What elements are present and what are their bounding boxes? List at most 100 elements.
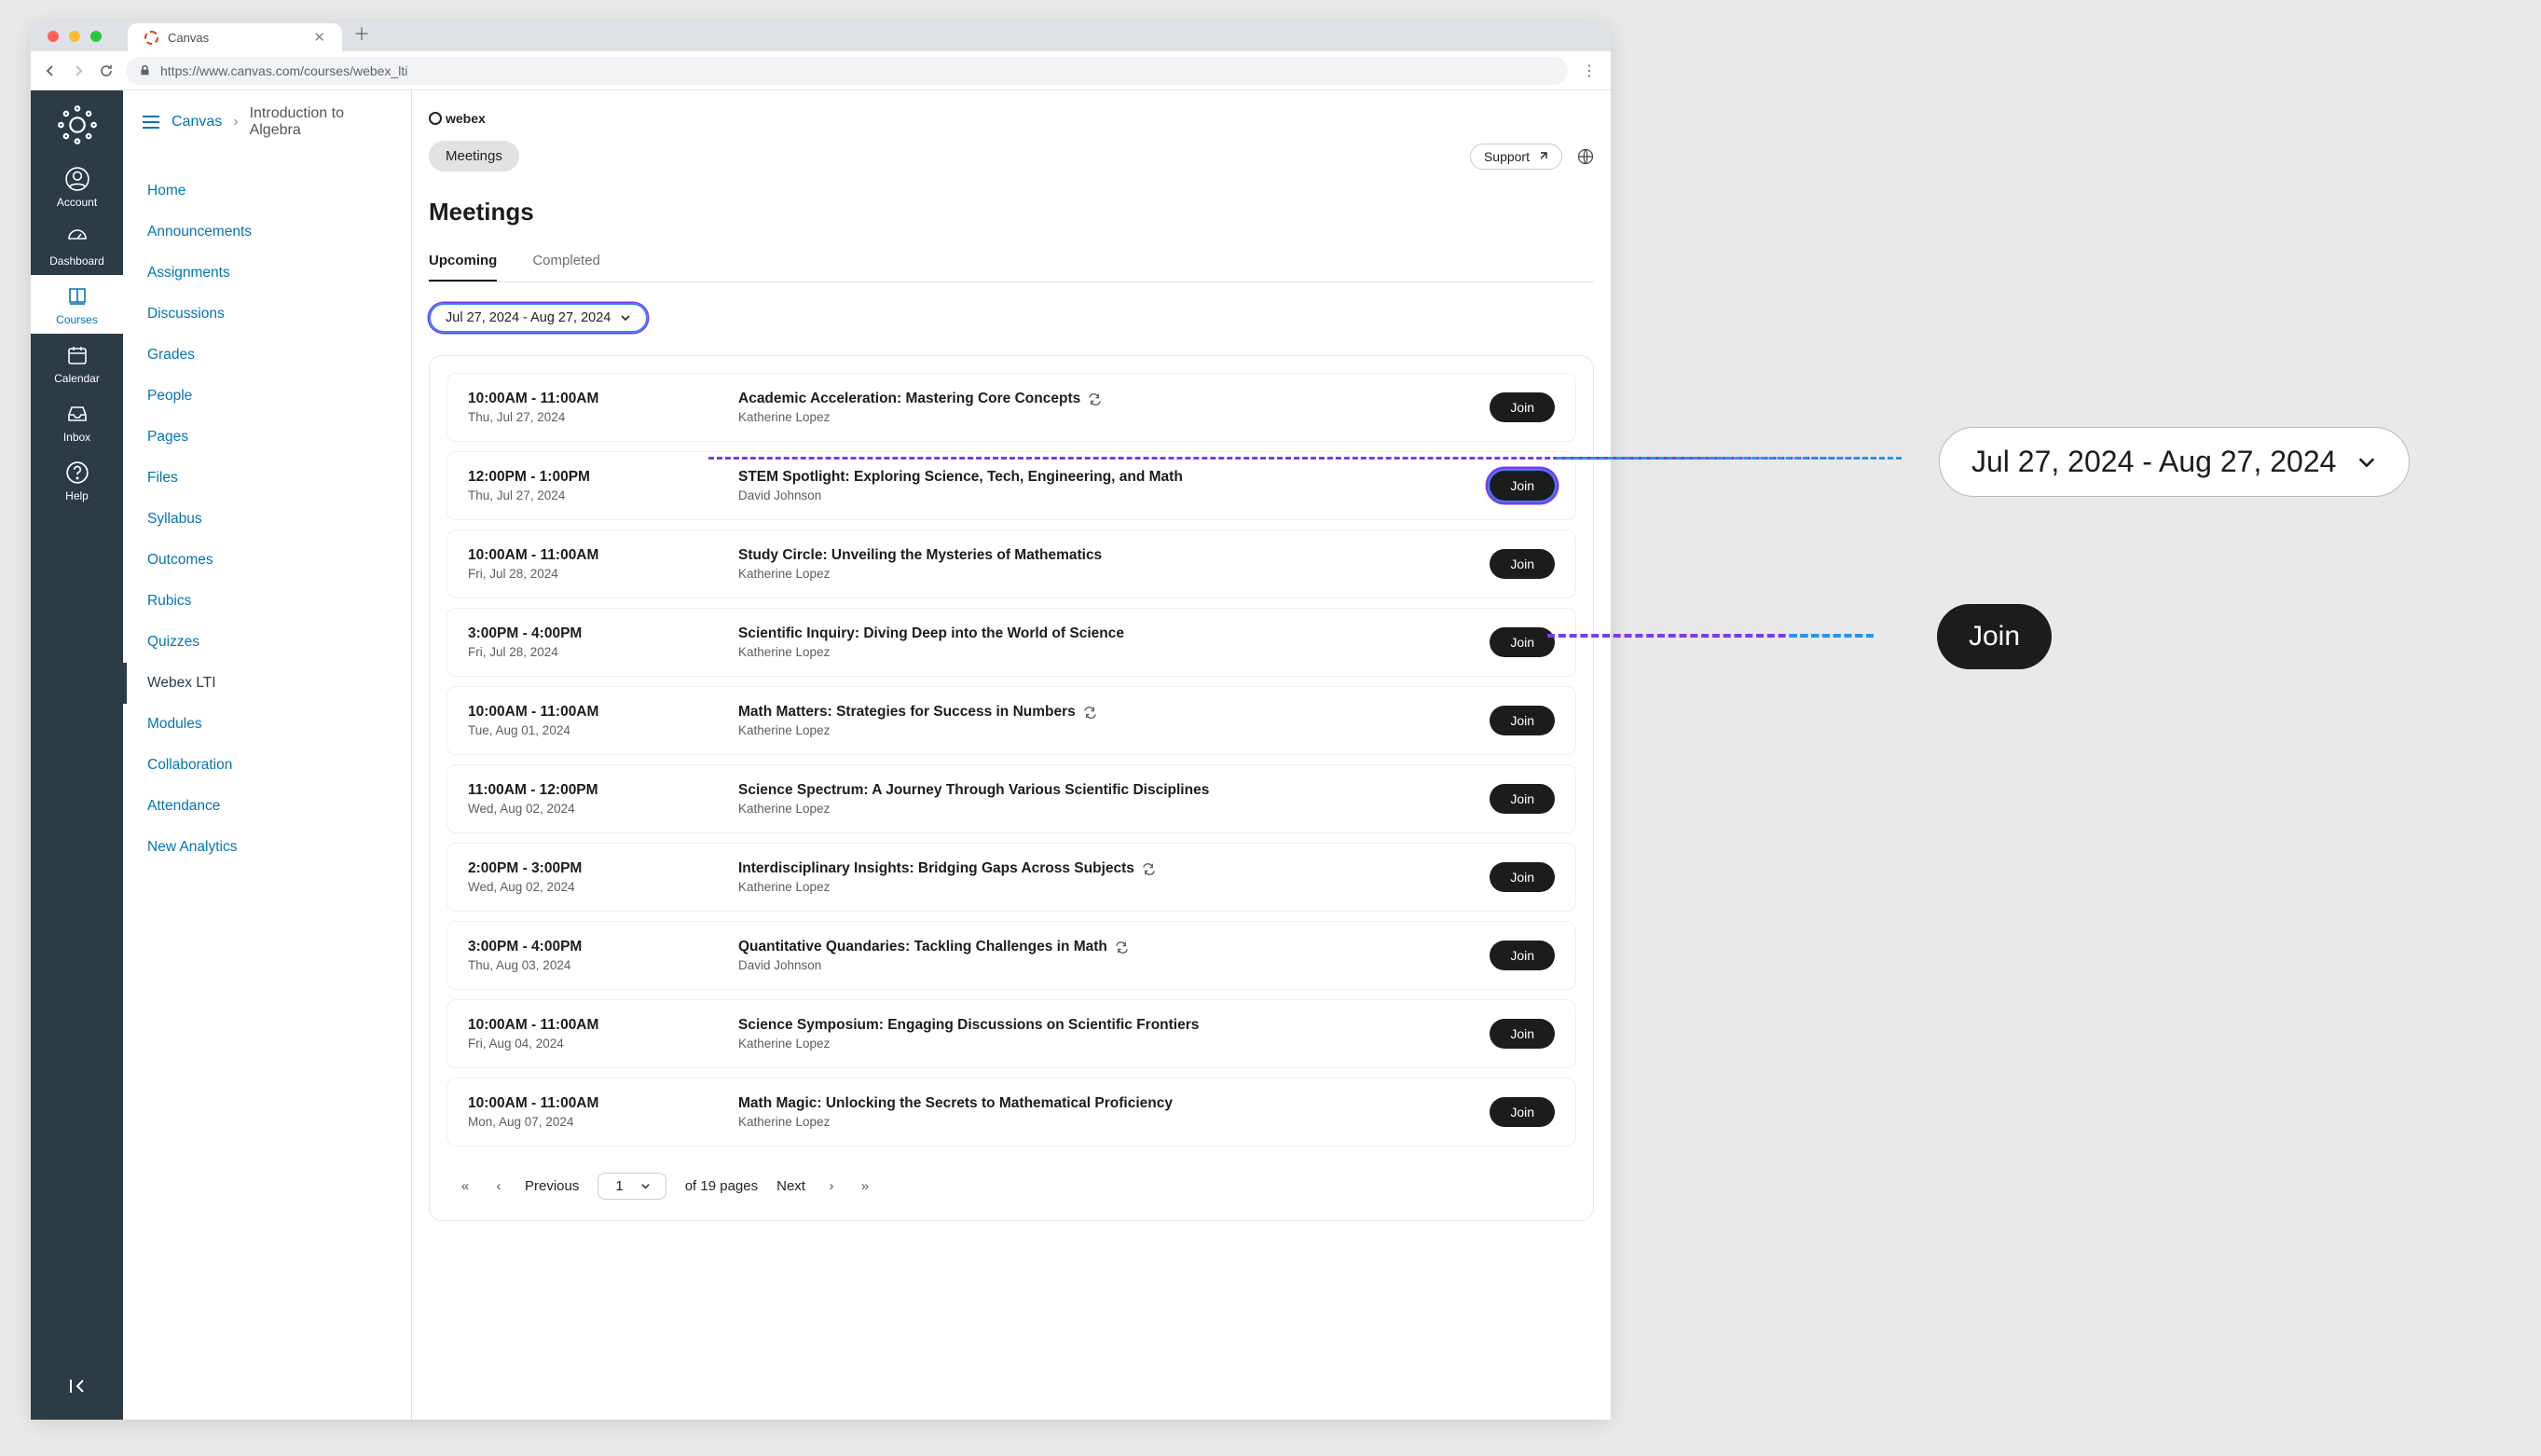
link-pages[interactable]: Pages [123, 417, 411, 458]
link-attendance[interactable]: Attendance [123, 786, 411, 827]
link-collaboration[interactable]: Collaboration [123, 745, 411, 786]
chevron-right-icon: › [233, 114, 238, 130]
hamburger-icon[interactable] [142, 115, 160, 130]
join-button[interactable]: Join [1490, 862, 1555, 892]
breadcrumb-root[interactable]: Canvas [172, 114, 222, 130]
browser-window: Canvas ✕ ＋ https://www.canvas.com/course… [31, 21, 1611, 1420]
meeting-time-range: 10:00AM - 11:00AM [468, 547, 738, 564]
nav-dashboard-label: Dashboard [49, 254, 104, 268]
meetings-section-pill[interactable]: Meetings [429, 141, 519, 172]
nav-dashboard[interactable]: Dashboard [31, 216, 123, 275]
link-modules[interactable]: Modules [123, 704, 411, 745]
link-files[interactable]: Files [123, 458, 411, 499]
link-people[interactable]: People [123, 376, 411, 417]
link-new-analytics[interactable]: New Analytics [123, 827, 411, 868]
minimize-window-icon[interactable] [69, 31, 80, 42]
meeting-time-range: 10:00AM - 11:00AM [468, 1017, 738, 1034]
annotation-line [1557, 457, 1902, 460]
join-button[interactable]: Join [1490, 941, 1555, 970]
date-range-picker[interactable]: Jul 27, 2024 - Aug 27, 2024 [429, 303, 648, 333]
first-page-icon[interactable]: « [458, 1178, 473, 1194]
webex-main: webex Meetings Support Meetings Upcoming [412, 90, 1611, 1420]
nav-inbox[interactable]: Inbox [31, 392, 123, 451]
meeting-host: Katherine Lopez [738, 645, 1490, 659]
link-webex-lti[interactable]: Webex LTI [123, 663, 411, 704]
collapse-nav-icon[interactable] [66, 1375, 89, 1397]
link-quizzes[interactable]: Quizzes [123, 622, 411, 663]
meeting-time-range: 10:00AM - 11:00AM [468, 391, 738, 407]
meeting-time-range: 12:00PM - 1:00PM [468, 469, 738, 486]
nav-account[interactable]: Account [31, 158, 123, 216]
tab-completed[interactable]: Completed [532, 253, 600, 282]
meetings-list: 10:00AM - 11:00AMThu, Jul 27, 2024Academ… [429, 355, 1594, 1221]
maximize-window-icon[interactable] [90, 31, 102, 42]
join-button[interactable]: Join [1490, 1019, 1555, 1049]
browser-menu-icon[interactable]: ⋮ [1579, 62, 1600, 80]
link-syllabus[interactable]: Syllabus [123, 499, 411, 540]
join-button[interactable]: Join [1490, 706, 1555, 735]
meeting-date: Thu, Aug 03, 2024 [468, 958, 738, 972]
prev-page-icon[interactable]: ‹ [491, 1178, 506, 1194]
link-discussions[interactable]: Discussions [123, 294, 411, 335]
last-page-icon[interactable]: » [858, 1178, 872, 1194]
breadcrumb-course[interactable]: Introduction to Algebra [250, 105, 391, 139]
globe-icon[interactable] [1577, 148, 1594, 165]
page-title: Meetings [429, 198, 1594, 227]
meeting-date: Thu, Jul 27, 2024 [468, 488, 738, 502]
meeting-row: 3:00PM - 4:00PMFri, Jul 28, 2024Scientif… [446, 608, 1576, 677]
meeting-time-range: 10:00AM - 11:00AM [468, 704, 738, 721]
browser-tabs: Canvas ✕ ＋ [128, 21, 381, 51]
link-announcements[interactable]: Announcements [123, 212, 411, 253]
forward-icon[interactable] [70, 62, 87, 79]
join-button[interactable]: Join [1490, 627, 1555, 657]
page-select[interactable]: 1 [597, 1173, 666, 1200]
close-window-icon[interactable] [48, 31, 59, 42]
meeting-row: 10:00AM - 11:00AMFri, Aug 04, 2024Scienc… [446, 999, 1576, 1068]
total-pages-text: of 19 pages [685, 1178, 758, 1194]
meeting-info: Science Spectrum: A Journey Through Vari… [738, 782, 1490, 816]
next-label[interactable]: Next [776, 1178, 805, 1194]
tab-close-icon[interactable]: ✕ [313, 29, 325, 46]
join-button[interactable]: Join [1490, 1097, 1555, 1127]
link-home[interactable]: Home [123, 171, 411, 212]
join-button[interactable]: Join [1490, 784, 1555, 814]
back-icon[interactable] [42, 62, 59, 79]
link-outcomes[interactable]: Outcomes [123, 540, 411, 581]
join-button[interactable]: Join [1490, 471, 1555, 501]
traffic-lights [48, 31, 102, 42]
link-assignments[interactable]: Assignments [123, 253, 411, 294]
meeting-host: Katherine Lopez [738, 1037, 1490, 1051]
nav-help[interactable]: Help [31, 451, 123, 510]
meeting-title: Scientific Inquiry: Diving Deep into the… [738, 625, 1490, 642]
url-input[interactable]: https://www.canvas.com/courses/webex_lti [126, 57, 1568, 85]
canvas-logo-icon[interactable] [52, 100, 103, 150]
meeting-time: 10:00AM - 11:00AMMon, Aug 07, 2024 [468, 1095, 738, 1129]
user-avatar-icon [64, 167, 90, 191]
tab-upcoming[interactable]: Upcoming [429, 253, 497, 282]
chevron-down-icon [2356, 452, 2377, 473]
meeting-host: Katherine Lopez [738, 723, 1490, 737]
recurring-icon [1115, 941, 1129, 955]
tab-title: Canvas [168, 31, 209, 45]
nav-courses-label: Courses [56, 313, 98, 326]
meeting-row: 3:00PM - 4:00PMThu, Aug 03, 2024Quantita… [446, 921, 1576, 990]
join-button[interactable]: Join [1490, 549, 1555, 579]
meeting-title: Science Spectrum: A Journey Through Vari… [738, 782, 1490, 799]
reload-icon[interactable] [98, 62, 115, 79]
previous-label[interactable]: Previous [525, 1178, 579, 1194]
pagination: « ‹ Previous 1 of 19 pages Next › » [446, 1156, 1576, 1203]
meeting-host: Katherine Lopez [738, 802, 1490, 816]
join-button[interactable]: Join [1490, 392, 1555, 422]
meeting-time: 10:00AM - 11:00AMTue, Aug 01, 2024 [468, 704, 738, 737]
new-tab-button[interactable]: ＋ [342, 16, 381, 51]
next-page-icon[interactable]: › [824, 1178, 839, 1194]
meeting-info: STEM Spotlight: Exploring Science, Tech,… [738, 469, 1490, 502]
link-grades[interactable]: Grades [123, 335, 411, 376]
nav-calendar[interactable]: Calendar [31, 334, 123, 392]
browser-tab-canvas[interactable]: Canvas ✕ [128, 23, 342, 51]
support-button[interactable]: Support [1470, 144, 1562, 170]
link-rubics[interactable]: Rubics [123, 581, 411, 622]
nav-courses[interactable]: Courses [31, 275, 123, 334]
meeting-title: Science Symposium: Engaging Discussions … [738, 1017, 1490, 1034]
meeting-time-range: 2:00PM - 3:00PM [468, 860, 738, 877]
